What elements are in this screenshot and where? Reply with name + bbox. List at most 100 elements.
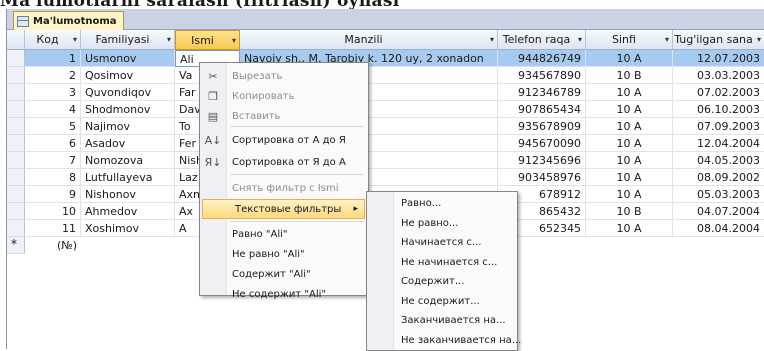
cell-telefon[interactable]: 934567890 [498,67,586,84]
row-selector[interactable] [7,84,25,101]
cell-tugilgan-sana[interactable]: 07.02.2003 [673,84,764,101]
column-header-ismi[interactable]: Ismi ▾ [175,30,240,50]
filter-dropdown-icon[interactable]: ▾ [232,36,236,45]
cell-tugilgan-sana[interactable]: 07.09.2003 [673,118,764,135]
table-row[interactable]: 4ShodmonovDavt. Chinoz mahallasi90786543… [25,101,764,118]
menu-item-not-contains-ali[interactable]: Не содержит "Ali" [200,283,366,305]
menu-item-sort-desc[interactable]: Я↓ Сортировка от Я до А [200,151,366,173]
row-selector[interactable] [7,50,25,67]
cell-sinfi[interactable]: 10 A [586,101,673,118]
cell-familiyasi[interactable]: Lutfullayeva [81,169,175,186]
column-header-familiyasi[interactable]: Familiyasi ▾ [81,30,175,50]
tab-malumotnoma[interactable]: Ma'lumotnoma [13,11,124,30]
cell-sinfi[interactable]: 10 A [586,84,673,101]
row-selector[interactable] [7,135,25,152]
row-selector[interactable] [7,169,25,186]
filter-dropdown-icon[interactable]: ▾ [578,35,582,44]
row-selector[interactable] [7,152,25,169]
cell-tugilgan-sana[interactable]: 08.04.2004 [673,220,764,237]
cell-kod[interactable]: 4 [25,101,81,118]
row-selector[interactable] [7,186,25,203]
cell-kod[interactable]: 8 [25,169,81,186]
column-header-manzili[interactable]: Manzili ▾ [240,30,498,50]
table-row[interactable]: 2QosimovVa3 uy, 23 xonadon93456789010 B0… [25,67,764,84]
menu-item-equals-ali[interactable]: Равно "Ali" [200,223,366,245]
cell-telefon[interactable]: 945670090 [498,135,586,152]
filter-dropdown-icon[interactable]: ▾ [73,35,77,44]
cell-kod[interactable]: 2 [25,67,81,84]
table-row[interactable]: 7NomozovaNish9 uy, 19 xonadon91234569610… [25,152,764,169]
cell-tugilgan-sana[interactable]: 04.07.2004 [673,203,764,220]
cell-familiyasi[interactable]: Usmonov [81,50,175,67]
column-header-tugilgan-sana[interactable]: Tug'ilgan sana ▾ [673,30,764,50]
cell-telefon[interactable]: 903458976 [498,169,586,186]
cell-kod[interactable]: 11 [25,220,81,237]
column-header-kod[interactable]: Код ▾ [25,30,81,50]
cell-familiyasi[interactable]: Xoshimov [81,220,175,237]
submenu-item[interactable]: Заканчивается на... [367,311,515,330]
menu-item-paste[interactable]: ▤ Вставить [200,105,366,127]
cell-familiyasi[interactable]: Quvondiqov [81,84,175,101]
row-selector[interactable] [7,118,25,135]
cell-sinfi[interactable]: 10 A [586,152,673,169]
submenu-item[interactable]: Не заканчивается на... [367,331,521,350]
cell-tugilgan-sana[interactable]: 03.03.2003 [673,67,764,84]
cell-familiyasi[interactable]: Nishonov [81,186,175,203]
cell-kod[interactable]: 6 [25,135,81,152]
cell-telefon[interactable]: 944826749 [498,50,586,67]
row-selector[interactable] [7,67,25,84]
cell-tugilgan-sana[interactable]: 08.09.2002 [673,169,764,186]
menu-item-copy[interactable]: ❐ Копировать [200,85,366,107]
cell-familiyasi[interactable]: Asadov [81,135,175,152]
cell-tugilgan-sana[interactable]: 05.03.2003 [673,186,764,203]
submenu-item[interactable]: Начинается с... [367,233,515,252]
table-row[interactable]: 3QuvondiqovFart. Baxt mahallasi912346789… [25,84,764,101]
row-selector[interactable] [7,101,25,118]
cell-sinfi[interactable]: 10 A [586,220,673,237]
submenu-item[interactable]: Не начинается с... [367,253,515,272]
cell-sinfi[interactable]: 10 A [586,169,673,186]
cell-telefon[interactable]: 935678909 [498,118,586,135]
cell-telefon[interactable]: 912345696 [498,152,586,169]
cell-kod[interactable]: 10 [25,203,81,220]
cell-familiyasi[interactable]: Qosimov [81,67,175,84]
cell-tugilgan-sana[interactable]: 06.10.2003 [673,101,764,118]
submenu-item[interactable]: Равно... [367,194,515,213]
menu-item-text-filters[interactable]: Текстовые фильтры ▸ [202,199,365,219]
menu-item-contains-ali[interactable]: Содержит "Ali" [200,263,366,285]
filter-dropdown-icon[interactable]: ▾ [757,35,761,44]
table-row[interactable]: 1 Usmonov Ali Navoiy sh., M. Tarobiy k. 120… [25,50,764,67]
cell-sinfi[interactable]: 10 A [586,135,673,152]
cell-kod[interactable]: 7 [25,152,81,169]
cell-tugilgan-sana[interactable]: 12.07.2003 [673,50,764,67]
menu-item-cut[interactable]: ✂ Вырезать [200,65,366,87]
cell-tugilgan-sana[interactable]: 12.04.2004 [673,135,764,152]
submenu-item[interactable]: Не содержит... [367,292,515,311]
select-all-button[interactable] [7,30,25,50]
cell-telefon[interactable]: 912346789 [498,84,586,101]
cell-sinfi[interactable]: 10 B [586,203,673,220]
column-header-sinfi[interactable]: Sinfi ▾ [586,30,673,50]
table-row[interactable]: 8LutfullayevaLaz3 uy, 2 xonadon903458976… [25,169,764,186]
menu-item-not-equals-ali[interactable]: Не равно "Ali" [200,243,366,265]
new-record-selector[interactable]: * [7,237,25,254]
table-row[interactable]: 5NajimovTot. Lochin mahallasi93567890910… [25,118,764,135]
cell-kod[interactable]: 3 [25,84,81,101]
filter-dropdown-icon[interactable]: ▾ [665,35,669,44]
cell-telefon[interactable]: 907865434 [498,101,586,118]
filter-dropdown-icon[interactable]: ▾ [490,35,494,44]
row-selector[interactable] [7,220,25,237]
cell-familiyasi[interactable]: Ahmedov [81,203,175,220]
row-selector[interactable] [7,203,25,220]
cell-kod[interactable]: 1 [25,50,81,67]
submenu-item[interactable]: Не равно... [367,214,515,233]
menu-item-sort-asc[interactable]: A↓ Сортировка от А до Я [200,129,366,151]
cell-tugilgan-sana[interactable]: 04.05.2003 [673,152,764,169]
cell-familiyasi[interactable]: Shodmonov [81,101,175,118]
cell-kod[interactable]: 5 [25,118,81,135]
cell-kod[interactable]: 9 [25,186,81,203]
table-row[interactable]: 6AsadovFert. Lochin mahallasi94567009010… [25,135,764,152]
cell-familiyasi[interactable]: Najimov [81,118,175,135]
cell-sinfi[interactable]: 10 A [586,186,673,203]
cell-familiyasi[interactable]: Nomozova [81,152,175,169]
